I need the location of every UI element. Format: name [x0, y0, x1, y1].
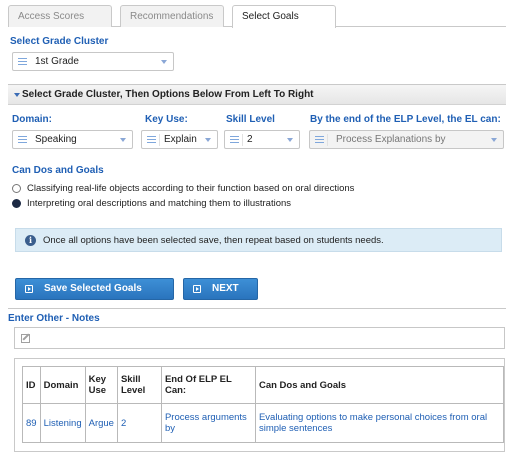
- chevron-down-icon: [491, 138, 497, 142]
- can-do-option-text: Interpreting oral descriptions and match…: [27, 198, 292, 209]
- divider: [327, 134, 328, 146]
- collapse-triangle-icon: [14, 93, 20, 97]
- list-icon: [315, 136, 324, 143]
- panel-title: Select Grade Cluster, Then Options Below…: [22, 89, 314, 100]
- column-header: Can Dos and Goals: [254, 366, 504, 404]
- goals-table: ID Domain Key Use Skill Level End Of ELP…: [22, 366, 504, 443]
- notes-field[interactable]: [14, 327, 505, 349]
- skill-level-label: Skill Level: [226, 114, 275, 125]
- list-icon: [230, 136, 239, 143]
- column-header: Skill Level: [116, 366, 162, 404]
- tab-label: Select Goals: [242, 11, 299, 22]
- tab-recommendations[interactable]: Recommendations: [120, 5, 224, 27]
- column-header: Domain: [39, 366, 86, 404]
- table-header-row: ID Domain Key Use Skill Level End Of ELP…: [22, 366, 504, 404]
- info-icon: i: [25, 235, 36, 246]
- button-label: Save Selected Goals: [44, 283, 142, 294]
- table-row[interactable]: 89 Listening Argue 2 Process arguments b…: [22, 403, 504, 443]
- grade-cluster-value: 1st Grade: [35, 56, 79, 67]
- domain-label: Domain:: [12, 114, 52, 125]
- chevron-down-icon: [120, 138, 126, 142]
- panel-header[interactable]: Select Grade Cluster, Then Options Below…: [8, 85, 506, 105]
- arrow-right-icon: [193, 285, 201, 293]
- key-use-label: Key Use:: [145, 114, 188, 125]
- chevron-down-icon: [205, 138, 211, 142]
- table-cell: 2: [116, 403, 162, 443]
- tab-label: Access Scores: [18, 11, 85, 22]
- end-of-level-value: Process Explanations by: [336, 134, 446, 145]
- column-header: End Of ELP EL Can:: [160, 366, 256, 404]
- chevron-down-icon: [287, 138, 293, 142]
- table-cell: Argue: [84, 403, 118, 443]
- table-cell: Listening: [39, 403, 86, 443]
- save-selected-goals-button[interactable]: Save Selected Goals: [15, 278, 174, 300]
- tab-bar: Access Scores Recommendations Select Goa…: [8, 5, 506, 28]
- domain-select[interactable]: Speaking: [12, 130, 133, 149]
- key-use-value: Explain: [164, 134, 197, 145]
- can-do-option-text: Classifying real-life objects according …: [27, 183, 355, 194]
- radio-button[interactable]: [12, 184, 21, 193]
- arrow-right-icon: [25, 285, 33, 293]
- list-icon: [18, 136, 27, 143]
- next-button[interactable]: NEXT: [183, 278, 258, 300]
- table-cell: Evaluating options to make personal choi…: [254, 403, 504, 443]
- button-label: NEXT: [212, 283, 239, 294]
- table-cell: Process arguments by: [160, 403, 256, 443]
- column-header: Key Use: [84, 366, 118, 404]
- radio-button-selected[interactable]: [12, 199, 21, 208]
- column-header: ID: [22, 366, 41, 404]
- tab-label: Recommendations: [130, 11, 214, 22]
- domain-value: Speaking: [35, 134, 77, 145]
- end-of-level-select[interactable]: Process Explanations by: [309, 130, 504, 149]
- list-icon: [18, 58, 27, 65]
- info-message: i Once all options have been selected sa…: [15, 228, 502, 252]
- skill-level-select[interactable]: 2: [224, 130, 300, 149]
- grade-cluster-select[interactable]: 1st Grade: [12, 52, 174, 71]
- divider: [242, 134, 243, 146]
- end-of-level-label: By the end of the ELP Level, the EL can:: [310, 114, 501, 125]
- can-dos-label: Can Dos and Goals: [12, 165, 104, 176]
- chevron-down-icon: [161, 60, 167, 64]
- goals-table-container: ID Domain Key Use Skill Level End Of ELP…: [14, 358, 505, 452]
- table-cell: 89: [22, 403, 41, 443]
- list-icon: [147, 136, 156, 143]
- info-text: Once all options have been selected save…: [43, 235, 384, 246]
- tab-access-scores[interactable]: Access Scores: [8, 5, 112, 27]
- tab-select-goals[interactable]: Select Goals: [232, 5, 336, 28]
- grade-cluster-label: Select Grade Cluster: [10, 36, 109, 47]
- notes-input[interactable]: [37, 330, 497, 346]
- notes-label: Enter Other - Notes: [8, 313, 100, 324]
- divider: [159, 134, 160, 146]
- skill-level-value: 2: [247, 134, 253, 145]
- key-use-select[interactable]: Explain: [141, 130, 218, 149]
- edit-icon: [21, 334, 30, 343]
